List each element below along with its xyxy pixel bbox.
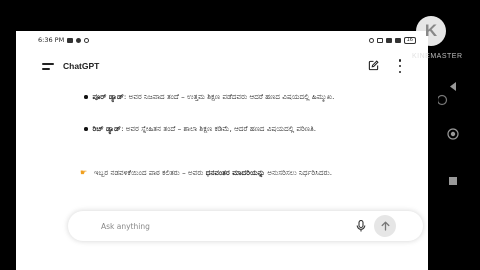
bullet-text: : ಅವರ ನಿಜವಾದ ತಂದೆ – ಉತ್ತಮ ಶಿಕ್ಷಣ ಪಡೆದವರು… bbox=[123, 92, 335, 101]
new-chat-icon[interactable] bbox=[368, 60, 379, 71]
alarm-icon bbox=[376, 37, 383, 43]
watermark-logo: K bbox=[416, 16, 446, 46]
settings-icon bbox=[84, 37, 90, 43]
bullet-term: ರಿಚ್ ಡ್ಯಾಡ್ bbox=[92, 124, 122, 133]
nav-circle-icon[interactable] bbox=[438, 94, 448, 106]
list-item: ಪೂರ್ ಡ್ಯಾಡ್: ಅವರ ನಿಜವಾದ ತಂದೆ – ಉತ್ತಮ ಶಿಕ… bbox=[84, 91, 393, 103]
bullet-term: ಪೂರ್ ಡ್ಯಾಡ್ bbox=[92, 92, 124, 101]
app-bar: ChatGPT bbox=[16, 53, 428, 79]
note-bold: ಧನವಂತರ ಮಾದರಿಯನ್ನು bbox=[205, 168, 266, 177]
message-icon bbox=[67, 37, 74, 43]
bullet-icon bbox=[84, 95, 88, 99]
navigation-bar bbox=[438, 82, 459, 185]
app-title: ChatGPT bbox=[63, 61, 100, 71]
status-time: 6:36 PM bbox=[38, 36, 65, 44]
bluetooth-icon bbox=[368, 37, 374, 43]
send-button[interactable] bbox=[374, 215, 396, 237]
more-vertical-icon[interactable] bbox=[398, 59, 402, 73]
watermark: K KINEMASTER bbox=[404, 14, 474, 74]
message-input[interactable] bbox=[101, 221, 341, 231]
pointing-hand-icon: ☛ bbox=[80, 168, 88, 177]
bullet-text: : ಅವರ ಸ್ನೇಹಿತನ ತಂದೆ – ಶಾಲಾ ಶಿಕ್ಷಣ ಕಡಿಮೆ,… bbox=[121, 124, 317, 133]
status-bar: 6:36 PM 16 bbox=[16, 31, 428, 49]
list-item: ರಿಚ್ ಡ್ಯಾಡ್: ಅವರ ಸ್ನೇಹಿತನ ತಂದೆ – ಶಾಲಾ ಶಿ… bbox=[84, 123, 393, 135]
back-icon[interactable] bbox=[450, 82, 456, 91]
note-suffix: ಅನುಸರಿಸಲು ನಿರ್ಧರಿಸಿದರು. bbox=[265, 168, 333, 177]
recents-icon[interactable] bbox=[449, 177, 457, 185]
arrow-up-icon bbox=[381, 221, 389, 231]
note-prefix: ಇಬ್ಬರ ನಡವಳಿಕೆಯಿಂದ ಪಾಠ ಕಲಿತರು – ಅವರು bbox=[94, 168, 206, 177]
phone-screen: 6:36 PM 16 ChatGPT ಪೂರ್ ಡ್ಯಾಡ್: ಅವರ ನಿಜವ… bbox=[16, 31, 428, 270]
microphone-icon[interactable] bbox=[356, 220, 366, 232]
watermark-text: KINEMASTER bbox=[412, 53, 463, 60]
menu-icon[interactable] bbox=[42, 62, 54, 70]
wifi-icon bbox=[394, 37, 401, 43]
notification-icon bbox=[76, 37, 82, 43]
bullet-icon bbox=[84, 127, 88, 131]
summary-note: ☛ ಇಬ್ಬರ ನಡವಳಿಕೆಯಿಂದ ಪಾಠ ಕಲಿತರು – ಅವರು ಧನ… bbox=[80, 167, 380, 179]
signal-icon bbox=[385, 37, 392, 43]
message-composer bbox=[68, 211, 423, 241]
